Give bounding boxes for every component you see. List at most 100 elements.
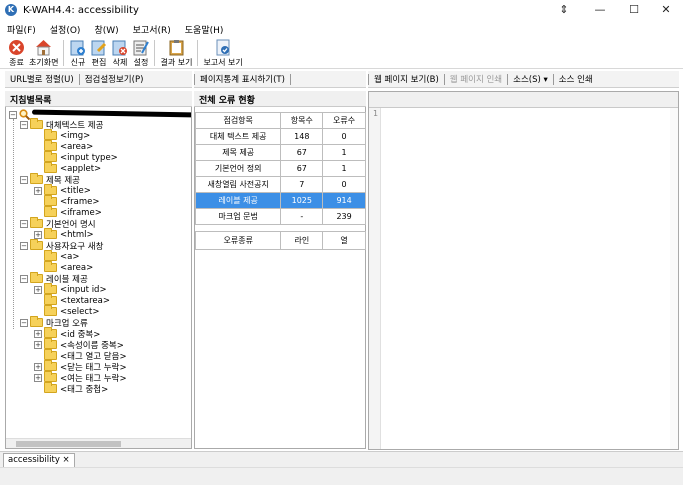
table-cell: 7 — [280, 176, 324, 193]
tree-item-label: <textarea> — [60, 295, 110, 306]
tree-item[interactable]: <a> — [34, 250, 79, 262]
tree-item[interactable]: <area> — [34, 140, 93, 152]
folder-icon — [44, 349, 57, 360]
collapse-icon[interactable]: − — [20, 175, 28, 184]
vertical-scrollbar[interactable] — [670, 108, 678, 449]
middle-toolbar: 페이지통계 표시하기(T) — [194, 71, 366, 88]
maximize-button[interactable]: ☐ — [617, 0, 651, 20]
tree-item[interactable]: <area> — [34, 261, 93, 273]
source-print-button[interactable]: 소스 인쇄 — [554, 73, 598, 85]
delete-icon — [112, 40, 128, 56]
edit-icon — [91, 40, 107, 56]
tree-item[interactable]: <applet> — [34, 162, 102, 174]
tree-category[interactable]: − 기본언어 명시 — [20, 217, 96, 230]
restore-icon[interactable]: ⇕ — [547, 0, 581, 20]
home-label: 초기화면 — [29, 58, 59, 67]
source-dropdown[interactable]: 소스(S) ▾ — [508, 73, 553, 85]
expand-icon[interactable]: + — [34, 373, 42, 382]
table-row[interactable]: 기본언어 정의 67 1 — [194, 160, 366, 177]
close-button[interactable]: ✕ — [649, 0, 683, 20]
tree-category[interactable]: − 레이블 제공 — [20, 272, 88, 285]
scrollbar-thumb[interactable] — [16, 441, 121, 447]
web-view-button[interactable]: 웹 페이지 보기(B) — [369, 73, 444, 85]
middle-pane-title: 전체 오류 현황 — [194, 91, 366, 107]
toolbar-separator — [63, 40, 65, 66]
table-row[interactable]: 마크업 문법 -239 — [194, 208, 366, 225]
expand-icon[interactable]: + — [34, 186, 42, 195]
settings-button[interactable]: 설정 — [130, 37, 151, 69]
report-button[interactable]: 보고서 보기 — [201, 37, 244, 69]
tree-item-label: <applet> — [60, 163, 102, 174]
collapse-icon[interactable]: − — [20, 274, 28, 283]
source-view-pane[interactable]: 1 — [368, 91, 679, 450]
table-cell: 67 — [280, 160, 324, 177]
column-header: 라인 — [280, 231, 324, 250]
result-button[interactable]: 결과 보기 — [158, 37, 194, 69]
menu-settings[interactable]: 설정(O) — [43, 23, 88, 36]
document-tab[interactable]: accessibility × — [3, 453, 75, 467]
table-cell: 1 — [322, 144, 366, 161]
delete-button[interactable]: 삭제 — [109, 37, 130, 69]
web-print-button[interactable]: 웹 페이지 인쇄 — [445, 73, 507, 85]
folder-icon — [44, 371, 57, 382]
page-stats-button[interactable]: 페이지통계 표시하기(T) — [195, 73, 290, 85]
collapse-icon[interactable]: − — [20, 241, 28, 250]
table-cell: 148 — [280, 128, 324, 145]
horizontal-scrollbar[interactable] — [6, 438, 191, 448]
column-header: 열 — [322, 231, 366, 250]
tree-item[interactable]: <iframe> — [34, 206, 102, 218]
collapse-icon[interactable]: − — [20, 318, 28, 327]
collapse-icon[interactable]: − — [20, 120, 28, 129]
menu-window[interactable]: 창(W) — [87, 23, 125, 36]
check-settings-button[interactable]: 점검설정보기(P) — [80, 73, 149, 85]
new-button[interactable]: 신규 — [67, 37, 88, 69]
folder-icon — [44, 162, 57, 173]
url-sort-button[interactable]: URL별로 정렬(U) — [5, 73, 79, 85]
line-number: 1 — [373, 109, 379, 118]
minimize-button[interactable]: — — [583, 0, 617, 20]
edit-button[interactable]: 편집 — [88, 37, 109, 69]
tree-item-label: <img> — [60, 130, 91, 141]
folder-icon — [44, 261, 57, 272]
home-icon — [36, 40, 52, 56]
collapse-icon[interactable]: − — [9, 110, 17, 119]
folder-icon — [44, 250, 57, 261]
guideline-tree[interactable]: − − 대체텍스트 제공 <img> <area> <input type> <apple… — [5, 107, 192, 449]
tree-item-label: <frame> — [60, 196, 100, 207]
table-row[interactable]: 대체 텍스트 제공 148 0 — [194, 128, 366, 145]
menu-report[interactable]: 보고서(R) — [126, 23, 178, 36]
tree-category[interactable]: − 마크업 오류 — [20, 316, 88, 329]
tree-item[interactable]: + <html> — [34, 228, 94, 240]
tree-item[interactable]: + <title> — [34, 184, 91, 196]
home-button[interactable]: 초기화면 — [27, 37, 60, 69]
menu-file[interactable]: 파일(F) — [0, 23, 43, 36]
expand-icon[interactable]: + — [34, 362, 42, 371]
expand-icon[interactable]: + — [34, 230, 42, 239]
menu-help[interactable]: 도움말(H) — [178, 23, 231, 36]
tree-item-label: 기본언어 명시 — [46, 219, 96, 230]
collapse-icon[interactable]: − — [20, 219, 28, 228]
table-row[interactable]: 새창열림 사전공지 7 0 — [194, 176, 366, 193]
tree-category[interactable]: − 대체텍스트 제공 — [20, 118, 103, 131]
folder-icon — [30, 272, 43, 283]
tree-category[interactable]: − 사용자요구 새창 — [20, 239, 103, 252]
expand-icon[interactable]: + — [34, 340, 42, 349]
tree-item-label: <input id> — [60, 284, 107, 295]
tree-item[interactable]: <select> — [34, 305, 100, 317]
error-type-table: 오류종류 라인 열 — [194, 231, 366, 250]
exit-button[interactable]: 종료 — [6, 37, 27, 69]
tree-item[interactable]: <태그 중첩> — [34, 382, 108, 395]
table-cell: 대체 텍스트 제공 — [194, 128, 282, 145]
line-gutter — [369, 108, 381, 449]
exit-icon — [9, 40, 24, 55]
table-row[interactable]: 레이블 제공 1025 914 — [194, 192, 366, 209]
tree-item[interactable]: <img> — [34, 129, 91, 141]
table-body: 대체 텍스트 제공 148 0 제목 제공 67 1 기본언어 정의 67 1 새창열림 사전공지… — [194, 128, 366, 225]
error-summary-pane: 점검항목 항목수 오류수 대체 텍스트 제공 148 0 제목 제공 67 1 기본언어 정… — [194, 107, 366, 449]
expand-icon[interactable]: + — [34, 285, 42, 294]
table-row[interactable]: 제목 제공 67 1 — [194, 144, 366, 161]
expand-icon[interactable]: + — [34, 329, 42, 338]
settings-label: 설정 — [133, 58, 149, 67]
left-toolbar: URL별로 정렬(U) 점검설정보기(P) — [5, 71, 192, 88]
table-cell: 기본언어 정의 — [194, 160, 282, 177]
